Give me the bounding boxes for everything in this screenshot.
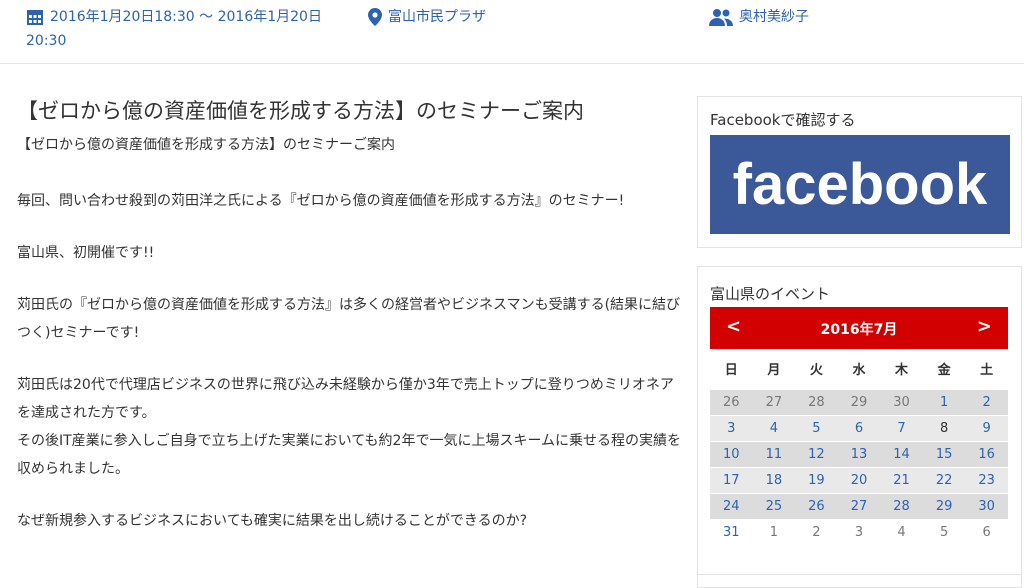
calendar-day-link[interactable]: 15	[922, 440, 966, 467]
event-calendar: < 2016年7月 > 日 月 火 水 木 金 土 26 27 28 29 30…	[710, 307, 1008, 545]
weekday-thu: 木	[880, 349, 923, 389]
article-body: 毎回、問い合わせ殺到の苅田洋之氏による『ゼロから億の資産価値を形成する方法』のセ…	[17, 187, 683, 535]
calendar-day-link[interactable]: 27	[837, 492, 881, 519]
calendar-day: 6	[965, 518, 1008, 545]
calendar-week: 26 27 28 29 30 1 2	[710, 388, 1008, 415]
calendar-week: 10 11 12 13 14 15 16	[710, 440, 1008, 467]
article-paragraph: その後IT産業に参入しご自身で立ち上げた実業においても約2年で一気に上場スキーム…	[17, 433, 682, 477]
calendar-week: 31 1 2 3 4 5 6	[710, 518, 1008, 545]
facebook-logo-text: facebook	[733, 152, 988, 217]
weekday-fri: 金	[922, 349, 966, 389]
calendar-week: 3 4 5 6 7 8 9	[710, 414, 1008, 441]
sidebar-widget-partial	[697, 574, 1022, 588]
calendar-day-link[interactable]: 24	[710, 492, 753, 519]
calendar-day-link[interactable]: 20	[837, 466, 881, 493]
event-meta-bar: 2016年1月20日18:30 〜 2016年1月20日 20:30 富山市民プ…	[0, 0, 1024, 64]
calendar-day: 26	[710, 388, 753, 415]
calendar-day-link[interactable]: 21	[880, 466, 923, 493]
calendar-day-link[interactable]: 26	[795, 492, 838, 519]
calendar-day-link[interactable]: 29	[922, 492, 966, 519]
calendar-day-link[interactable]: 16	[965, 440, 1008, 467]
event-organizer[interactable]: 奥村美紗子	[709, 8, 809, 32]
calendar-week: 17 18 19 20 21 22 23	[710, 466, 1008, 493]
article-paragraph: 苅田氏は20代で代理店ビジネスの世界に飛び込み未経験から僅か3年で売上トップに登…	[17, 377, 674, 421]
calendar-day-link[interactable]: 2	[965, 388, 1008, 415]
calendar-day-link[interactable]: 28	[880, 492, 923, 519]
calendar-day: 27	[752, 388, 796, 415]
events-widget-title: 富山県のイベント	[710, 285, 831, 303]
calendar-day-link[interactable]: 31	[710, 518, 753, 545]
calendar-day-link[interactable]: 17	[710, 466, 753, 493]
calendar-day: 30	[880, 388, 923, 415]
weekday-sat: 土	[965, 349, 1008, 389]
calendar-day-link[interactable]: 4	[752, 414, 796, 441]
calendar-day-link[interactable]: 25	[752, 492, 796, 519]
calendar-day: 1	[752, 518, 796, 545]
event-date-end: 20:30	[26, 33, 67, 49]
weekday-wed: 水	[837, 349, 881, 389]
facebook-widget: Facebookで確認する facebook	[697, 96, 1022, 248]
facebook-widget-title: Facebookで確認する	[710, 111, 856, 129]
calendar-day: 4	[880, 518, 923, 545]
calendar-day-link[interactable]: 12	[795, 440, 838, 467]
calendar-day: 28	[795, 388, 838, 415]
calendar-day-link[interactable]: 18	[752, 466, 796, 493]
calendar-day-link[interactable]: 14	[880, 440, 923, 467]
calendar-week: 24 25 26 27 28 29 30	[710, 492, 1008, 519]
calendar-day-link[interactable]: 11	[752, 440, 796, 467]
article: 【ゼロから億の資産価値を形成する方法】のセミナーご案内 【ゼロから億の資産価値を…	[17, 94, 683, 559]
event-place-label: 富山市民プラザ	[388, 9, 486, 25]
calendar-day-link[interactable]: 6	[837, 414, 881, 441]
article-title: 【ゼロから億の資産価値を形成する方法】のセミナーご案内	[17, 99, 584, 123]
article-paragraph: 毎回、問い合わせ殺到の苅田洋之氏による『ゼロから億の資産価値を形成する方法』のセ…	[17, 193, 625, 209]
calendar-day-link[interactable]: 22	[922, 466, 966, 493]
calendar-day: 8	[922, 414, 966, 441]
calendar-grid: 日 月 火 水 木 金 土 26 27 28 29 30 1 2 3 4 5 6…	[710, 349, 1008, 545]
event-date-start: 2016年1月20日18:30 〜 2016年1月20日	[50, 9, 322, 25]
calendar-day-link[interactable]: 7	[880, 414, 923, 441]
facebook-logo-link[interactable]: facebook	[710, 135, 1010, 234]
event-place[interactable]: 富山市民プラザ	[368, 8, 486, 32]
weekday-sun: 日	[710, 349, 753, 389]
calendar-day: 5	[922, 518, 966, 545]
weekday-tue: 火	[795, 349, 838, 389]
calendar-day-link[interactable]: 5	[795, 414, 838, 441]
calendar-day: 3	[837, 518, 881, 545]
calendar-day-link[interactable]: 23	[965, 466, 1008, 493]
calendar-day-link[interactable]: 10	[710, 440, 753, 467]
users-icon	[709, 8, 733, 32]
event-date: 2016年1月20日18:30 〜 2016年1月20日 20:30	[26, 8, 326, 51]
calendar-day-link[interactable]: 3	[710, 414, 753, 441]
article-paragraph: 富山県、初開催です!!	[17, 245, 155, 261]
calendar-day: 2	[795, 518, 838, 545]
calendar-day: 29	[837, 388, 881, 415]
map-pin-icon	[368, 8, 382, 32]
calendar-month-label: 2016年7月	[820, 322, 898, 338]
article-paragraph: 苅田氏の『ゼロから億の資産価値を形成する方法』は多くの経営者やビジネスマンも受講…	[17, 297, 681, 341]
calendar-day-link[interactable]: 13	[837, 440, 881, 467]
calendar-header: < 2016年7月 >	[710, 307, 1008, 349]
event-organizer-label: 奥村美紗子	[739, 9, 809, 25]
calendar-next-button[interactable]: >	[977, 316, 992, 337]
article-subtitle: 【ゼロから億の資産価値を形成する方法】のセミナーご案内	[17, 137, 395, 153]
article-paragraph: なぜ新規参入するビジネスにおいても確実に結果を出し続けることができるのか?	[17, 513, 528, 529]
weekday-mon: 月	[752, 349, 796, 389]
calendar-day-link[interactable]: 1	[922, 388, 966, 415]
events-widget: 富山県のイベント < 2016年7月 > 日 月 火 水 木 金 土 26 27…	[697, 266, 1022, 588]
calendar-day-link[interactable]: 9	[965, 414, 1008, 441]
calendar-icon	[26, 8, 44, 32]
calendar-day-link[interactable]: 30	[965, 492, 1008, 519]
calendar-day-link[interactable]: 19	[795, 466, 838, 493]
